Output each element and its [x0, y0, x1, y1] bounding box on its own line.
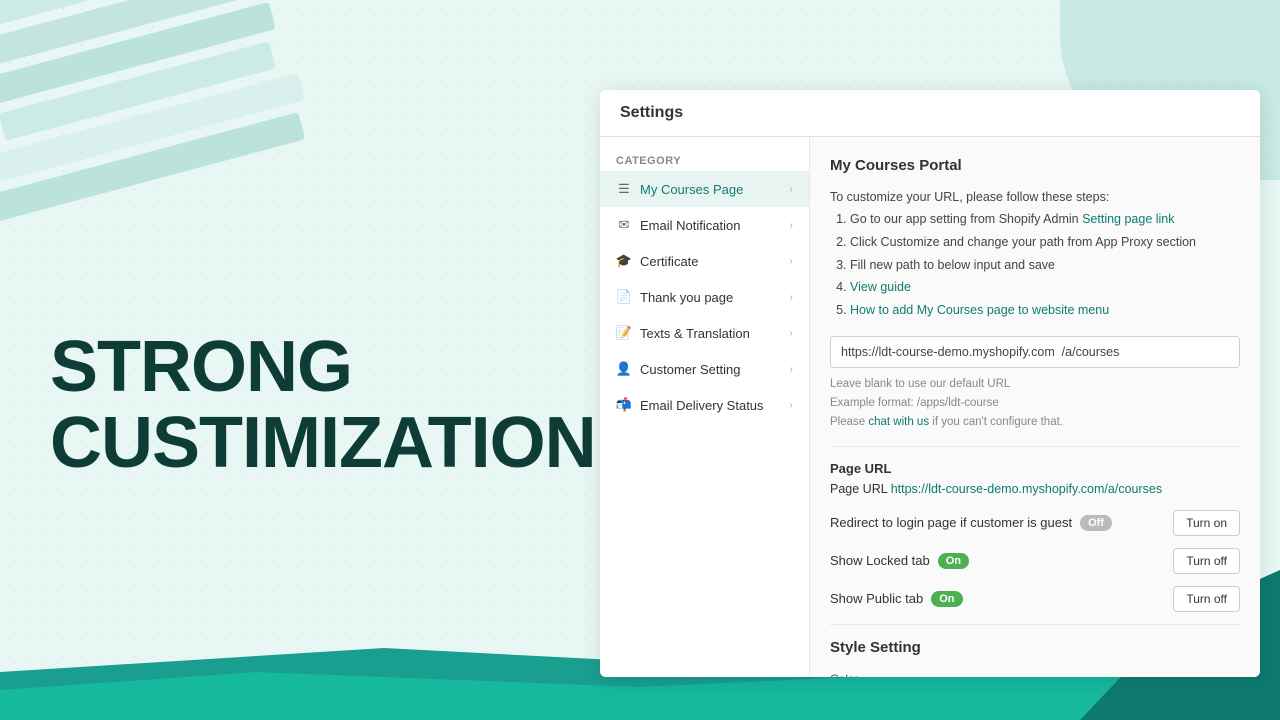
page-url-section: Page URL Page URL https://ldt-course-dem…: [830, 461, 1240, 496]
sidebar-label-texts: Texts & Translation: [640, 326, 750, 341]
show-public-label: Show Public tab: [830, 591, 923, 606]
email-notification-icon: ✉: [616, 217, 632, 233]
instructions-intro: To customize your URL, please follow the…: [830, 190, 1240, 204]
customer-icon: 👤: [616, 361, 632, 377]
sidebar-item-left: 🎓 Certificate: [616, 253, 699, 269]
category-label: Category: [600, 147, 809, 171]
step-2: Click Customize and change your path fro…: [850, 233, 1240, 252]
url-input-container: [830, 336, 1240, 368]
sidebar-item-left: 📝 Texts & Translation: [616, 325, 750, 341]
chevron-icon: ›: [790, 292, 793, 303]
setting-page-link[interactable]: Setting page link: [1082, 212, 1174, 226]
thank-you-icon: 📄: [616, 289, 632, 305]
instructions: To customize your URL, please follow the…: [830, 190, 1240, 320]
sidebar-item-customer-setting[interactable]: 👤 Customer Setting ›: [600, 351, 809, 387]
sidebar-item-certificate[interactable]: 🎓 Certificate ›: [600, 243, 809, 279]
my-courses-icon: ☰: [616, 181, 632, 197]
settings-header: Settings: [600, 90, 1260, 137]
redirect-left: Redirect to login page if customer is gu…: [830, 515, 1112, 531]
page-url-display: Page URL https://ldt-course-demo.myshopi…: [830, 482, 1240, 496]
sidebar-item-left: 📬 Email Delivery Status: [616, 397, 764, 413]
show-locked-badge: On: [938, 553, 969, 569]
redirect-row: Redirect to login page if customer is gu…: [830, 510, 1240, 536]
show-locked-label: Show Locked tab: [830, 553, 930, 568]
sidebar-label-certificate: Certificate: [640, 254, 699, 269]
style-setting-section: Style Setting Color Primary Color Primar…: [830, 624, 1240, 678]
show-public-row: Show Public tab On Turn off: [830, 586, 1240, 612]
chevron-icon: ›: [790, 220, 793, 231]
color-section-title: Color: [830, 672, 1240, 678]
portal-title: My Courses Portal: [830, 157, 1240, 174]
chevron-icon: ›: [790, 400, 793, 411]
view-guide-link[interactable]: View guide: [850, 280, 911, 294]
chevron-icon: ›: [790, 184, 793, 195]
sidebar-label-email-notification: Email Notification: [640, 218, 740, 233]
page-url-subtitle: Page URL: [830, 461, 1240, 476]
sidebar-label-thank-you: Thank you page: [640, 290, 733, 305]
hero-text: STRONG CUSTIMIZATION: [50, 330, 596, 481]
main-content: My Courses Portal To customize your URL,…: [810, 137, 1260, 677]
settings-title: Settings: [620, 104, 683, 121]
step-4: View guide: [850, 278, 1240, 297]
sidebar-item-my-courses-page[interactable]: ☰ My Courses Page ›: [600, 171, 809, 207]
sidebar-item-left: ☰ My Courses Page: [616, 181, 743, 197]
hint3: Please chat with us if you can't configu…: [830, 414, 1240, 431]
hero-text-line2: CUSTIMIZATION: [50, 403, 596, 483]
color-section: Color Primary Color: [830, 672, 1240, 678]
url-input[interactable]: [831, 337, 1239, 367]
sidebar-item-email-delivery[interactable]: 📬 Email Delivery Status ›: [600, 387, 809, 423]
hint2: Example format: /apps/ldt-course: [830, 395, 1240, 412]
divider1: [830, 446, 1240, 447]
chevron-icon: ›: [790, 256, 793, 267]
step-5: How to add My Courses page to website me…: [850, 301, 1240, 320]
add-courses-link[interactable]: How to add My Courses page to website me…: [850, 303, 1109, 317]
settings-panel: Settings Category ☰ My Courses Page › ✉ …: [600, 90, 1260, 677]
show-public-toggle-button[interactable]: Turn off: [1173, 586, 1240, 612]
texts-icon: 📝: [616, 325, 632, 341]
hint1: Leave blank to use our default URL: [830, 376, 1240, 393]
settings-body: Category ☰ My Courses Page › ✉ Email Not…: [600, 137, 1260, 677]
chevron-icon: ›: [790, 328, 793, 339]
page-url-link[interactable]: https://ldt-course-demo.myshopify.com/a/…: [891, 482, 1162, 496]
sidebar-label-delivery: Email Delivery Status: [640, 398, 764, 413]
sidebar-item-texts-translation[interactable]: 📝 Texts & Translation ›: [600, 315, 809, 351]
certificate-icon: 🎓: [616, 253, 632, 269]
chevron-icon: ›: [790, 364, 793, 375]
sidebar: Category ☰ My Courses Page › ✉ Email Not…: [600, 137, 810, 677]
show-locked-toggle-button[interactable]: Turn off: [1173, 548, 1240, 574]
redirect-toggle-button[interactable]: Turn on: [1173, 510, 1240, 536]
step-3: Fill new path to below input and save: [850, 256, 1240, 275]
sidebar-label-customer: Customer Setting: [640, 362, 740, 377]
chat-link[interactable]: chat with us: [868, 416, 929, 428]
sidebar-label-my-courses: My Courses Page: [640, 182, 743, 197]
sidebar-item-left: 📄 Thank you page: [616, 289, 733, 305]
sidebar-item-thank-you-page[interactable]: 📄 Thank you page ›: [600, 279, 809, 315]
show-public-badge: On: [931, 591, 962, 607]
redirect-status-badge: Off: [1080, 515, 1112, 531]
style-setting-title: Style Setting: [830, 639, 1240, 656]
hero-text-line1: STRONG: [50, 327, 352, 407]
redirect-label: Redirect to login page if customer is gu…: [830, 515, 1072, 530]
sidebar-item-left: ✉ Email Notification: [616, 217, 740, 233]
instructions-list: Go to our app setting from Shopify Admin…: [830, 210, 1240, 320]
delivery-icon: 📬: [616, 397, 632, 413]
step-1: Go to our app setting from Shopify Admin…: [850, 210, 1240, 229]
sidebar-item-email-notification[interactable]: ✉ Email Notification ›: [600, 207, 809, 243]
show-public-left: Show Public tab On: [830, 591, 963, 607]
show-locked-row: Show Locked tab On Turn off: [830, 548, 1240, 574]
sidebar-item-left: 👤 Customer Setting: [616, 361, 740, 377]
show-locked-left: Show Locked tab On: [830, 553, 969, 569]
